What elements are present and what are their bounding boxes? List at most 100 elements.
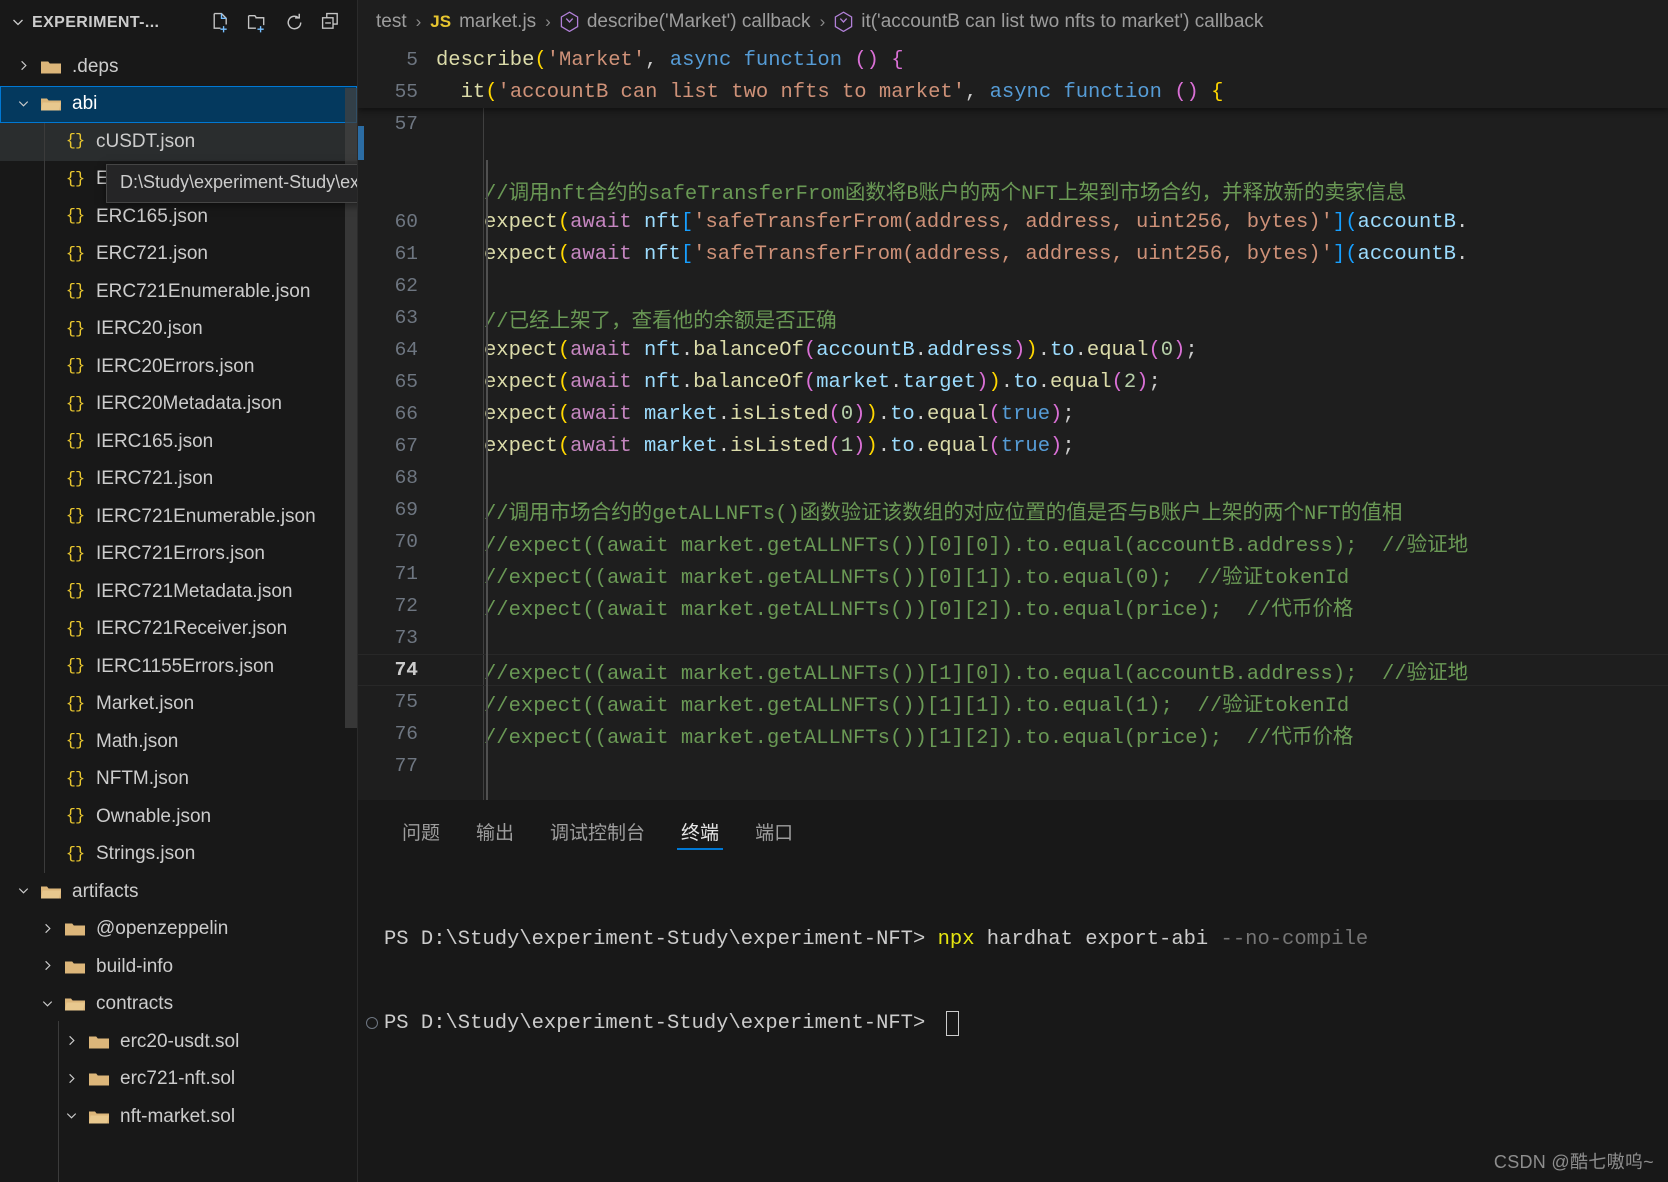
code-line[interactable]: 69 //调用市场合约的getALLNFTs()函数验证该数组的对应位置的值是否… [358,494,1668,526]
breadcrumb-item[interactable]: JS market.js [430,11,536,33]
code-line[interactable]: 67 expect(await market.isListed(1)).to.e… [358,430,1668,462]
tree-file-row[interactable]: { } IERC165.json [0,423,357,461]
chevron-down-icon[interactable] [58,1108,84,1125]
new-file-icon[interactable] [209,11,234,36]
line-content: //expect((await market.getALLNFTs())[1][… [484,726,1354,750]
code-line[interactable]: 66 expect(await market.isListed(0)).to.e… [358,398,1668,430]
tree-folder-row[interactable]: nft-market.sol [0,1098,357,1136]
line-number: 76 [394,723,418,745]
folder-open-icon [36,883,66,901]
tree-file-row[interactable]: { } Market.json [0,686,357,724]
chevron-right-icon[interactable] [58,1033,84,1050]
breadcrumb[interactable]: test › JS market.js › describe('Market') call… [358,0,1668,44]
tree-file-row[interactable]: { } ERC721Enumerable.json [0,273,357,311]
code-line[interactable]: 64 expect(await nft.balanceOf(accountB.a… [358,334,1668,366]
tree-file-row[interactable]: { } cUSDT.json [0,123,357,161]
tree-file-row[interactable]: { } NFTM.json [0,761,357,799]
breadcrumb-label: describe('Market') callback [586,11,811,32]
code-line[interactable]: 77 [358,750,1668,782]
panel-tab-list[interactable]: 问题 输出 调试控制台 终端 端口 [358,800,1668,862]
tree-folder-row[interactable]: abi [0,85,357,123]
tree-file-row[interactable]: { } Math.json [0,723,357,761]
tree-folder-row[interactable]: contracts [0,986,357,1024]
breadcrumb-item[interactable]: it('accountB can list two nfts to market… [834,10,1263,34]
tree-folder-row[interactable]: erc721-nft.sol [0,1061,357,1099]
chevron-right-icon[interactable] [34,958,60,975]
chevron-down-icon[interactable] [10,96,36,113]
json-file-icon: { } [65,544,85,564]
code-line[interactable]: 65 expect(await nft.balanceOf(market.tar… [358,366,1668,398]
code-line[interactable]: 62 [358,270,1668,302]
line-number: 73 [394,627,418,649]
panel-tab[interactable]: 输出 [458,800,532,862]
tree-file-row[interactable]: { } IERC20.json [0,311,357,349]
tree-file-row[interactable]: { } IERC20Metadata.json [0,386,357,424]
terminal-output[interactable]: PS D:\Study\experiment-Study\experiment-… [358,862,1668,1088]
tree-file-row[interactable]: { } Strings.json [0,836,357,874]
json-file-icon: { } [65,282,85,302]
tree-file-row[interactable]: { } IERC721.json [0,461,357,499]
code-line[interactable]: 61 expect(await nft['safeTransferFrom(ad… [358,238,1668,270]
file-tree[interactable]: .depsabi{ }cUSDT.json{ }ERC20.json{ }ERC… [0,46,357,1182]
chevron-down-icon[interactable] [10,883,36,900]
tree-item-label: ERC721Enumerable.json [96,280,311,302]
sticky-line-5[interactable]: 5 describe('Market', async function () { [358,44,1668,76]
line-number: 63 [394,307,418,329]
tree-folder-row[interactable]: artifacts [0,873,357,911]
code-line[interactable]: 57 [358,108,1668,140]
json-file-icon: { } [65,132,85,152]
tree-file-row[interactable]: { } ERC165.json [0,198,357,236]
chevron-right-icon[interactable] [58,1071,84,1088]
tree-file-row[interactable]: { } ERC721.json [0,236,357,274]
code-lines[interactable]: 57 58 59 //调用nft合约的safeTransferFrom函数将B账… [358,108,1668,782]
panel-tab[interactable]: 端口 [737,800,811,862]
tree-item-label: Market.json [96,693,195,715]
sticky-scroll[interactable]: 5 describe('Market', async function () {… [358,44,1668,108]
panel-tab[interactable]: 终端 [663,800,737,862]
code-line-current[interactable]: 74 //expect((await market.getALLNFTs())[… [358,654,1668,686]
code-line[interactable]: 70 //expect((await market.getALLNFTs())[… [358,526,1668,558]
terminal-line: PS D:\Study\experiment-Study\experiment-… [358,920,1668,958]
code-line[interactable]: 72 //expect((await market.getALLNFTs())[… [358,590,1668,622]
code-line[interactable]: 59 //调用nft合约的safeTransferFrom函数将B账户的两个NF… [358,174,1668,206]
tree-item-label: IERC721Enumerable.json [96,505,316,527]
tree-folder-row[interactable]: @openzeppelin [0,911,357,949]
tree-file-row[interactable]: { } Ownable.json [0,798,357,836]
code-line[interactable]: 58 [358,140,1668,174]
chevron-right-icon[interactable] [34,921,60,938]
tree-file-row[interactable]: { } IERC721Metadata.json [0,573,357,611]
tree-folder-row[interactable]: .deps [0,48,357,86]
code-line[interactable]: 73 [358,622,1668,654]
tree-file-row[interactable]: { } IERC721Receiver.json [0,611,357,649]
breadcrumb-item[interactable]: test [376,11,407,33]
chevron-down-icon[interactable] [34,996,60,1013]
code-line[interactable]: 63 //已经上架了，查看他的余额是否正确 [358,302,1668,334]
tree-folder-row[interactable]: erc20-usdt.sol [0,1023,357,1061]
collapse-all-icon[interactable] [320,11,345,36]
terminal-line-active[interactable]: PS D:\Study\experiment-Study\experiment-… [358,1004,1668,1042]
tree-folder-row[interactable]: build-info [0,948,357,986]
new-folder-icon[interactable] [246,11,271,36]
chevron-down-icon[interactable] [10,14,26,33]
sticky-line-55[interactable]: 55 it('accountB can list two nfts to mar… [358,76,1668,108]
tree-file-row[interactable]: { } IERC1155Errors.json [0,648,357,686]
tree-file-row[interactable]: { } IERC721Enumerable.json [0,498,357,536]
code-line[interactable]: 75 //expect((await market.getALLNFTs())[… [358,686,1668,718]
panel-tab-label: 调试控制台 [550,822,646,844]
tree-item-label: erc721-nft.sol [120,1068,236,1090]
tree-file-row[interactable]: { } IERC721Errors.json [0,536,357,574]
code-line[interactable]: 68 [358,462,1668,494]
code-editor[interactable]: 5 describe('Market', async function () {… [358,44,1668,800]
code-line[interactable]: 71 //expect((await market.getALLNFTs())[… [358,558,1668,590]
folder-icon [84,1070,114,1088]
code-line[interactable]: 76 //expect((await market.getALLNFTs())[… [358,718,1668,750]
panel-tab[interactable]: 问题 [384,800,458,862]
breadcrumb-item[interactable]: describe('Market') callback [560,10,811,34]
refresh-icon[interactable] [283,11,308,36]
tree-item-label: IERC20.json [96,318,203,340]
tree-item-label: build-info [96,955,174,977]
chevron-right-icon[interactable] [10,58,36,75]
code-line[interactable]: 60 expect(await nft['safeTransferFrom(ad… [358,206,1668,238]
tree-file-row[interactable]: { } IERC20Errors.json [0,348,357,386]
panel-tab[interactable]: 调试控制台 [532,800,663,862]
